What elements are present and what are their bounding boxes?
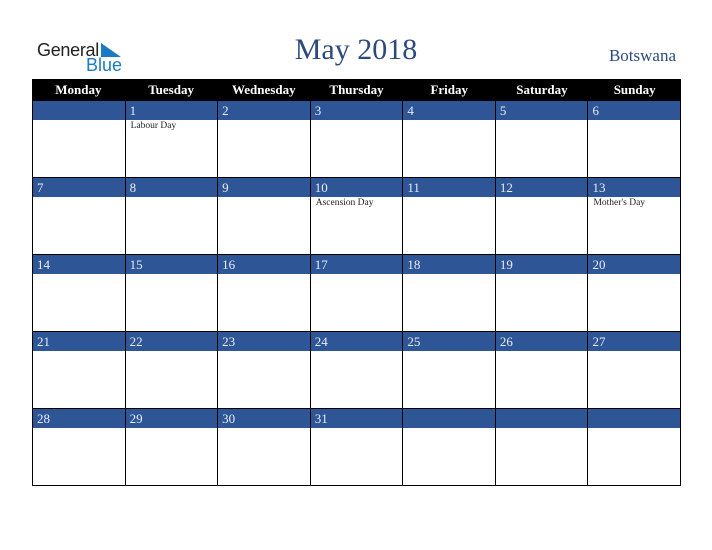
day-cell[interactable]: 18	[403, 255, 496, 332]
day-number: 3	[310, 101, 403, 120]
week-row: 7 8 9 10 Ascension Day 11 12 13 Mother's Day	[32, 178, 682, 255]
day-cell[interactable]: 9	[218, 178, 311, 255]
day-cell[interactable]: 16	[218, 255, 311, 332]
day-cell[interactable]: 7	[33, 178, 126, 255]
day-number: 2	[218, 101, 310, 120]
holiday-label: Mother's Day	[593, 198, 646, 208]
holiday-label: Ascension Day	[315, 198, 374, 208]
day-number: 13	[588, 178, 681, 197]
weekday-header: Monday Tuesday Wednesday Thursday Friday Satu…	[32, 79, 681, 101]
day-number: 1	[125, 101, 218, 120]
day-cell[interactable]: 27	[588, 332, 682, 409]
day-cell[interactable]: 15	[125, 255, 219, 332]
weekday-friday: Friday	[430, 82, 469, 97]
day-cell[interactable]: 11	[403, 178, 496, 255]
day-cell[interactable]: 12	[495, 178, 589, 255]
weekday-saturday: Saturday	[516, 82, 568, 97]
day-cell[interactable]: 20	[588, 255, 682, 332]
day-number: 6	[588, 101, 681, 120]
day-cell[interactable]: 14	[33, 255, 126, 332]
day-number	[403, 409, 495, 428]
day-number: 19	[495, 255, 588, 274]
day-cell[interactable]: 31	[310, 409, 404, 486]
day-number: 26	[495, 332, 588, 351]
day-number: 23	[218, 332, 310, 351]
day-cell[interactable]: 21	[33, 332, 126, 409]
day-number: 12	[495, 178, 588, 197]
day-cell[interactable]: 8	[125, 178, 219, 255]
day-cell[interactable]: 30	[218, 409, 311, 486]
weekday-wednesday: Wednesday	[232, 82, 296, 97]
day-cell[interactable]: 6	[588, 101, 682, 178]
week-row: 14 15 16 17 18 19 20	[32, 255, 682, 332]
day-number: 17	[310, 255, 403, 274]
day-number: 20	[588, 255, 681, 274]
day-number: 14	[33, 255, 125, 274]
day-cell[interactable]: 19	[495, 255, 589, 332]
calendar-title: May 2018	[294, 33, 418, 66]
day-number: 16	[218, 255, 310, 274]
day-number	[495, 409, 588, 428]
day-cell[interactable]: 24	[310, 332, 404, 409]
day-cell[interactable]	[403, 409, 496, 486]
day-number: 31	[310, 409, 403, 428]
day-cell[interactable]: 3	[310, 101, 404, 178]
holiday-label: Labour Day	[130, 121, 177, 131]
day-cell[interactable]: 29	[125, 409, 219, 486]
day-number: 11	[403, 178, 495, 197]
weekday-thursday: Thursday	[329, 82, 384, 97]
day-cell[interactable]: 23	[218, 332, 311, 409]
day-number	[588, 409, 681, 428]
day-cell[interactable]: 4	[403, 101, 496, 178]
calendar-grid: Monday Tuesday Wednesday Thursday Friday Satu…	[32, 79, 682, 486]
day-cell[interactable]	[33, 101, 126, 178]
day-cell[interactable]: 13 Mother's Day	[588, 178, 682, 255]
day-number: 28	[33, 409, 125, 428]
week-row: 21 22 23 24 25 26 27	[32, 332, 682, 409]
day-number: 7	[33, 178, 125, 197]
day-cell[interactable]: 1 Labour Day	[125, 101, 219, 178]
day-cell[interactable]: 25	[403, 332, 496, 409]
weekday-tuesday: Tuesday	[148, 82, 194, 97]
day-cell[interactable]: 28	[33, 409, 126, 486]
day-number: 10	[310, 178, 403, 197]
week-row: 28 29 30 31	[32, 409, 682, 486]
day-number: 30	[218, 409, 310, 428]
day-number: 22	[125, 332, 218, 351]
week-row: 1 Labour Day 2 3 4 5 6	[32, 101, 682, 178]
day-number: 21	[33, 332, 125, 351]
day-number: 8	[125, 178, 218, 197]
day-cell[interactable]: 10 Ascension Day	[310, 178, 404, 255]
day-number: 18	[403, 255, 495, 274]
day-number	[33, 101, 125, 120]
day-number: 9	[218, 178, 310, 197]
day-number: 29	[125, 409, 218, 428]
day-cell[interactable]: 22	[125, 332, 219, 409]
day-cell[interactable]: 17	[310, 255, 404, 332]
day-number: 4	[403, 101, 495, 120]
day-number: 15	[125, 255, 218, 274]
day-cell[interactable]	[495, 409, 589, 486]
country-label: Botswana	[608, 46, 676, 65]
day-number: 27	[588, 332, 681, 351]
day-cell[interactable]: 2	[218, 101, 311, 178]
day-number: 5	[495, 101, 588, 120]
day-number: 24	[310, 332, 403, 351]
day-cell[interactable]	[588, 409, 682, 486]
day-number: 25	[403, 332, 495, 351]
day-cell[interactable]: 5	[495, 101, 589, 178]
weekday-sunday: Sunday	[613, 82, 656, 97]
weekday-monday: Monday	[55, 82, 102, 97]
day-cell[interactable]: 26	[495, 332, 589, 409]
